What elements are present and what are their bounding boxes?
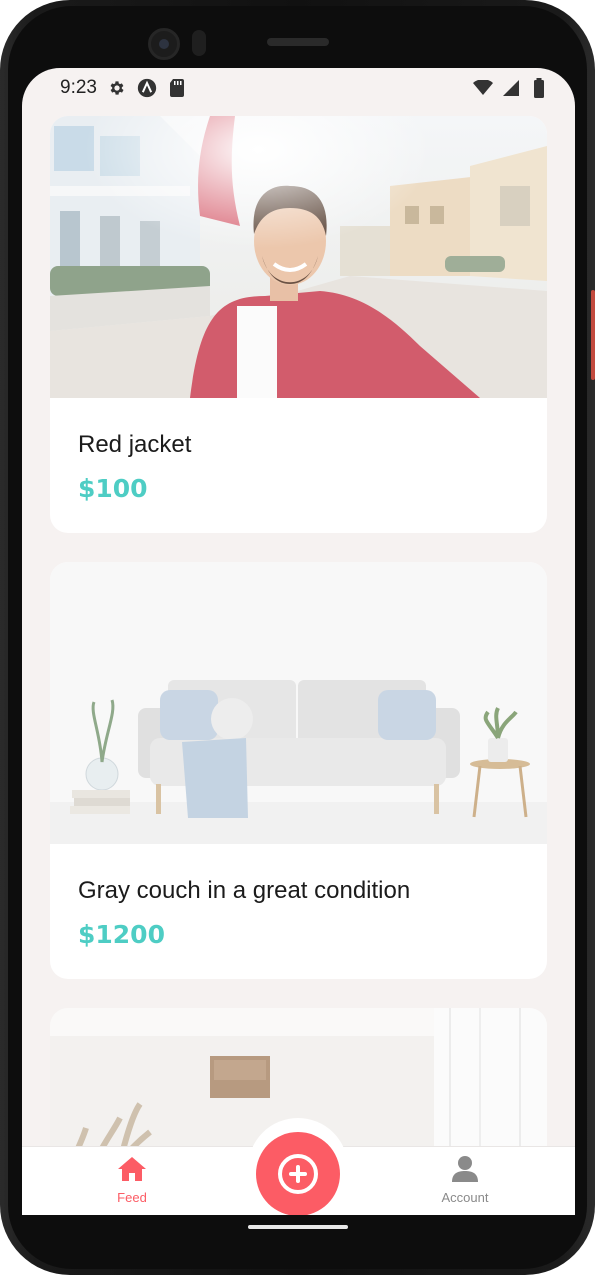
power-button: [591, 290, 595, 380]
man-in-red-jacket-photo: [50, 116, 547, 398]
signal-icon: [501, 78, 521, 98]
phone-frame: 9:23 Red jacket $100 Gray couch in a gre…: [0, 0, 595, 1275]
sd-card-icon: [167, 78, 187, 98]
plus-circle-icon: [278, 1154, 318, 1194]
home-indicator[interactable]: [248, 1225, 348, 1229]
nav-label-feed: Feed: [117, 1190, 147, 1205]
status-time: 9:23: [60, 77, 97, 98]
listing-image: [50, 116, 547, 398]
listing-price: $100: [78, 474, 148, 503]
person-icon: [450, 1155, 480, 1188]
app-screen: 9:23 Red jacket $100 Gray couch in a gre…: [22, 68, 575, 1215]
proximity-sensor: [192, 30, 206, 56]
gray-couch-living-room-photo: [50, 562, 547, 844]
listing-card[interactable]: Gray couch in a great condition $1200: [50, 562, 547, 979]
home-icon: [116, 1155, 148, 1188]
front-camera: [148, 28, 180, 60]
listing-price: $1200: [78, 920, 165, 949]
nav-tab-account[interactable]: Account: [420, 1155, 510, 1205]
add-listing-button[interactable]: [256, 1132, 340, 1215]
listing-card[interactable]: Red jacket $100: [50, 116, 547, 533]
status-bar: 9:23: [22, 68, 575, 108]
nav-label-account: Account: [441, 1190, 489, 1205]
wifi-icon: [473, 78, 493, 98]
gear-icon: [107, 78, 127, 98]
battery-icon: [529, 78, 549, 98]
nav-tab-feed[interactable]: Feed: [87, 1155, 177, 1205]
earpiece-speaker: [267, 38, 329, 46]
listing-image: [50, 562, 547, 844]
listing-title: Gray couch in a great condition: [78, 877, 411, 904]
a-badge-icon: [137, 78, 157, 98]
listing-title: Red jacket: [78, 431, 192, 458]
